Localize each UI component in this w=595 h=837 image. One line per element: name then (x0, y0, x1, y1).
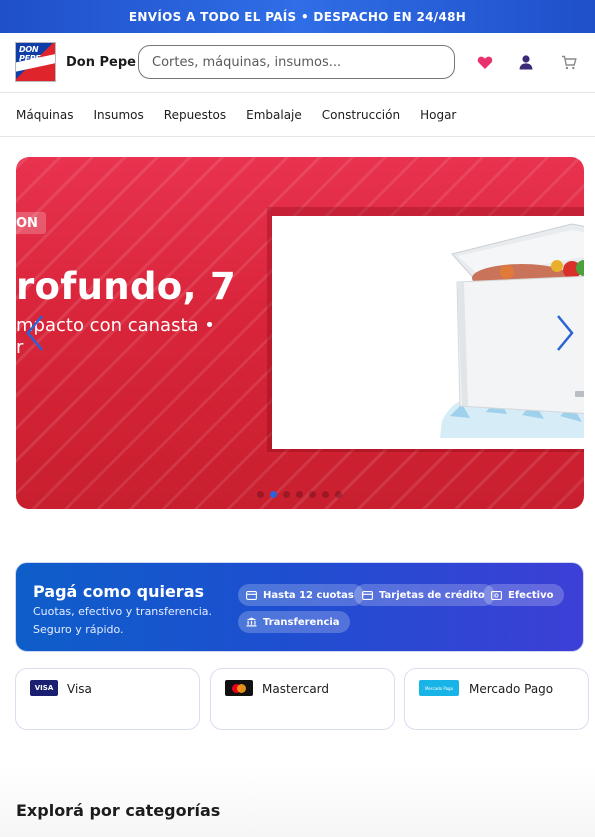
hero-headline: rofundo, 7 (16, 265, 237, 308)
payments-title: Pagá como quieras (33, 582, 205, 601)
payment-card-mercado-pago[interactable]: Mercado Pago Mercado Pago (404, 668, 589, 730)
chest-freezer-illustration (440, 223, 584, 438)
chip-installments[interactable]: Hasta 12 cuotas (238, 584, 364, 606)
chip-cash[interactable]: Efectivo (483, 584, 564, 606)
payments-banner: Pagá como quieras Cuotas, efectivo y tra… (15, 562, 584, 652)
hero-carousel[interactable]: ON rofundo, 7 mpacto con canasta • r (16, 157, 584, 509)
chip-transfer-label: Transferencia (263, 616, 340, 628)
payment-card-mastercard[interactable]: Mastercard (210, 668, 395, 730)
carousel-next-arrow[interactable] (552, 313, 578, 353)
chip-cash-label: Efectivo (508, 589, 554, 601)
categories-section: Explorá por categorías (0, 765, 595, 837)
chip-installments-label: Hasta 12 cuotas (263, 589, 354, 601)
brand-name[interactable]: Don Pepe (66, 55, 136, 70)
nav-item-repuestos[interactable]: Repuestos (164, 108, 226, 122)
nav-item-hogar[interactable]: Hogar (420, 108, 456, 122)
carousel-dot[interactable] (283, 491, 290, 498)
payments-description: Cuotas, efectivo y transferencia. Seguro… (33, 605, 213, 636)
carousel-dot[interactable] (270, 491, 277, 498)
nav-item-maquinas[interactable]: Máquinas (16, 108, 73, 122)
nav-item-insumos[interactable]: Insumos (93, 108, 143, 122)
categories-title: Explorá por categorías (16, 801, 221, 820)
carousel-dot[interactable] (296, 491, 303, 498)
logo[interactable]: DON PEPE (15, 42, 56, 82)
carousel-prev-arrow[interactable] (22, 313, 48, 353)
payment-card-label: Mercado Pago (469, 682, 554, 696)
payment-card-visa[interactable]: VISA Visa (15, 668, 200, 730)
announcement-text: ENVÍOS A TODO EL PAÍS • DESPACHO EN 24/4… (128, 9, 467, 24)
chip-credit-cards[interactable]: Tarjetas de crédito (354, 584, 495, 606)
nav-item-embalaje[interactable]: Embalaje (246, 108, 302, 122)
mercado-pago-logo-icon: Mercado Pago (419, 680, 459, 696)
payment-card-label: Visa (67, 682, 92, 696)
user-icon[interactable] (517, 53, 535, 71)
carousel-dot[interactable] (257, 491, 264, 498)
announcement-bar: ENVÍOS A TODO EL PAÍS • DESPACHO EN 24/4… (0, 0, 595, 33)
promo-badge: ON (16, 212, 46, 234)
payment-card-label: Mastercard (262, 682, 330, 696)
credit-card-icon (362, 590, 373, 600)
visa-logo-icon: VISA (30, 680, 58, 696)
search-input[interactable] (138, 45, 455, 79)
mastercard-logo-icon (225, 680, 253, 696)
chip-transfer[interactable]: Transferencia (238, 611, 350, 633)
card-icon (246, 590, 257, 600)
carousel-dot[interactable] (322, 491, 329, 498)
carousel-dot[interactable] (309, 491, 316, 498)
cart-icon[interactable] (560, 53, 578, 71)
bank-icon (246, 617, 257, 627)
carousel-dot[interactable] (335, 491, 342, 498)
chip-credit-cards-label: Tarjetas de crédito (379, 589, 485, 601)
site-header: DON PEPE Don Pepe (0, 33, 595, 93)
nav-item-construccion[interactable]: Construcción (322, 108, 400, 122)
logo-text: DON PEPE (19, 45, 41, 63)
cash-icon (491, 590, 502, 600)
category-nav: Máquinas Insumos Repuestos Embalaje Cons… (0, 94, 595, 137)
carousel-dots (257, 491, 342, 498)
product-image[interactable] (272, 216, 584, 449)
heart-icon[interactable] (476, 53, 494, 71)
